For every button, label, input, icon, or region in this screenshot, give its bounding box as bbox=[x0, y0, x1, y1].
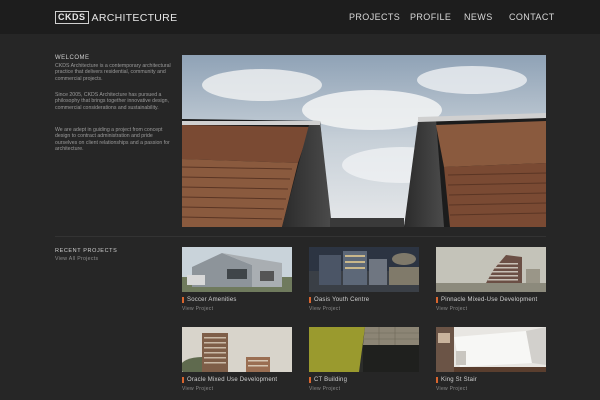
project-name[interactable]: Soccer Amenities bbox=[187, 297, 237, 303]
project-name[interactable]: King St Stair bbox=[441, 377, 477, 383]
project-name[interactable]: CT Building bbox=[314, 377, 347, 383]
project-name[interactable]: Pinnacle Mixed-Use Development bbox=[441, 297, 537, 303]
project-card-oasis-youth-centre[interactable]: Oasis Youth Centre View Project bbox=[309, 247, 419, 312]
view-project-link[interactable]: View Project bbox=[309, 306, 419, 312]
project-thumbnail[interactable] bbox=[436, 247, 546, 292]
view-project-link[interactable]: View Project bbox=[309, 386, 419, 392]
hero-image bbox=[182, 55, 546, 227]
project-card-soccer-amenities[interactable]: Soccer Amenities View Project bbox=[182, 247, 292, 312]
view-project-link[interactable]: View Project bbox=[436, 306, 546, 312]
logo-wordmark: ARCHITECTURE bbox=[91, 11, 178, 24]
section-divider bbox=[55, 236, 546, 237]
accent-bar bbox=[436, 376, 438, 383]
welcome-heading: WELCOME bbox=[55, 55, 90, 61]
project-name[interactable]: Oracle Mixed Use Development bbox=[187, 377, 277, 383]
philosophy-paragraph: Since 2005, CKDS Architecture has pursue… bbox=[55, 92, 169, 111]
accent-bar bbox=[436, 296, 438, 303]
view-project-link[interactable]: View Project bbox=[436, 386, 546, 392]
nav-projects[interactable]: PROJECTS bbox=[349, 12, 400, 22]
view-project-link[interactable]: View Project bbox=[182, 306, 292, 312]
intro-paragraph: CKDS Architecture is a contemporary arch… bbox=[55, 63, 171, 82]
accent-bar bbox=[182, 296, 184, 303]
nav-contact[interactable]: CONTACT bbox=[509, 12, 555, 22]
project-thumbnail[interactable] bbox=[182, 327, 292, 372]
recent-projects-heading: RECENT PROJECTS bbox=[55, 248, 118, 254]
view-project-link[interactable]: View Project bbox=[182, 386, 292, 392]
site-header: CKDS ARCHITECTURE PROJECTS PROFILE NEWS … bbox=[0, 0, 600, 34]
project-card-ct-building[interactable]: CT Building View Project bbox=[309, 327, 419, 392]
project-card-king-st-stair[interactable]: King St Stair View Project bbox=[436, 327, 546, 392]
nav-profile[interactable]: PROFILE bbox=[410, 12, 451, 22]
project-card-oracle[interactable]: Oracle Mixed Use Development View Projec… bbox=[182, 327, 292, 392]
accent-bar bbox=[309, 296, 311, 303]
logo-mark: CKDS bbox=[55, 11, 89, 24]
project-thumbnail[interactable] bbox=[182, 247, 292, 292]
project-card-pinnacle[interactable]: Pinnacle Mixed-Use Development View Proj… bbox=[436, 247, 546, 312]
project-thumbnail[interactable] bbox=[309, 327, 419, 372]
nav-news[interactable]: NEWS bbox=[464, 12, 493, 22]
project-name[interactable]: Oasis Youth Centre bbox=[314, 297, 369, 303]
accent-bar bbox=[309, 376, 311, 383]
view-all-projects-link[interactable]: View All Projects bbox=[55, 256, 98, 262]
site-logo[interactable]: CKDS ARCHITECTURE bbox=[55, 11, 177, 24]
accent-bar bbox=[182, 376, 184, 383]
approach-paragraph: We are adept in guiding a project from c… bbox=[55, 127, 170, 152]
project-thumbnail[interactable] bbox=[309, 247, 419, 292]
project-thumbnail[interactable] bbox=[436, 327, 546, 372]
